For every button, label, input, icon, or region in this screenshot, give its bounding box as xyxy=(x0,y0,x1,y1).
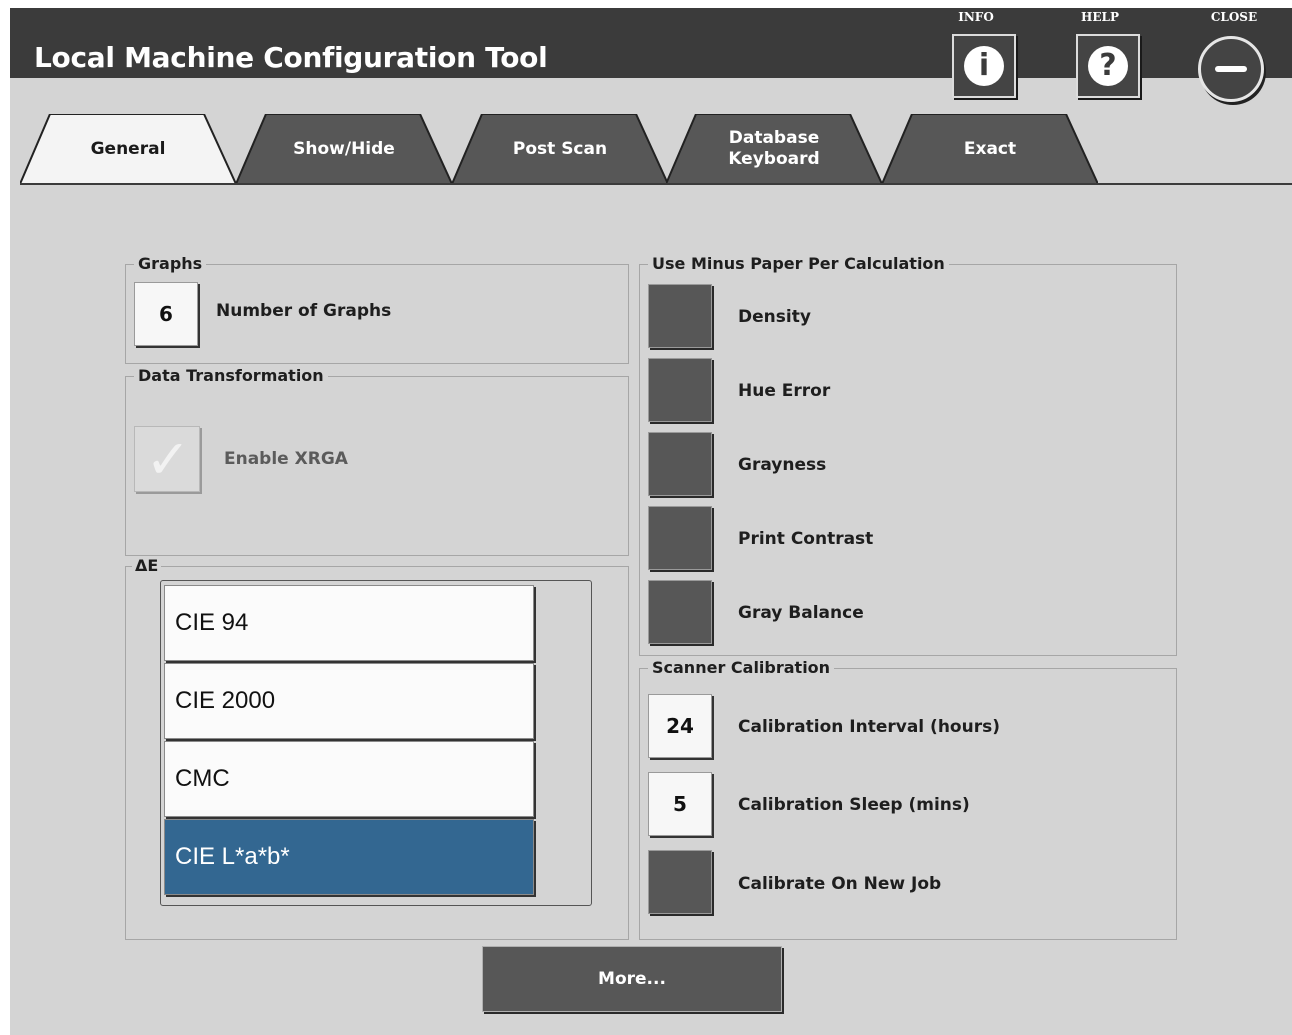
group-title: Data Transformation xyxy=(134,366,328,385)
info-button[interactable]: i xyxy=(952,34,1016,98)
close-button[interactable] xyxy=(1198,36,1264,102)
tab-divider xyxy=(20,183,1292,185)
tab-show-hide[interactable]: Show/Hide xyxy=(236,114,452,184)
tab-exact[interactable]: Exact xyxy=(882,114,1098,184)
window-title: Local Machine Configuration Tool xyxy=(34,41,548,74)
tab-label: Database Keyboard xyxy=(728,128,820,169)
question-icon: ? xyxy=(1088,46,1128,86)
number-of-graphs-label: Number of Graphs xyxy=(216,301,392,321)
print-contrast-label: Print Contrast xyxy=(738,529,874,549)
delta-e-list: CIE 94 CIE 2000 CMC CIE L*a*b* xyxy=(160,580,592,906)
calibration-sleep-label: Calibration Sleep (mins) xyxy=(738,795,970,815)
group-title: Scanner Calibration xyxy=(648,658,835,677)
density-label: Density xyxy=(738,307,811,327)
enable-xrga-checkbox[interactable]: ✓ xyxy=(134,426,200,492)
hue-error-label: Hue Error xyxy=(738,381,831,401)
calibration-interval-button[interactable]: 24 xyxy=(648,694,712,758)
delta-e-option-cielab[interactable]: CIE L*a*b* xyxy=(164,819,534,895)
tab-general[interactable]: General xyxy=(20,114,236,184)
gray-balance-label: Gray Balance xyxy=(738,603,864,623)
delta-e-option-cie94[interactable]: CIE 94 xyxy=(164,585,534,661)
delta-e-option-cie2000[interactable]: CIE 2000 xyxy=(164,663,534,739)
minus-paper-group: Use Minus Paper Per Calculation xyxy=(639,254,1177,656)
delta-e-option-cmc[interactable]: CMC xyxy=(164,741,534,817)
tab-post-scan[interactable]: Post Scan xyxy=(452,114,668,184)
tab-label: Show/Hide xyxy=(293,138,395,159)
app-window: Local Machine Configuration Tool INFO i … xyxy=(10,8,1292,1035)
hue-error-toggle[interactable] xyxy=(648,358,712,422)
checkmark-icon: ✓ xyxy=(145,428,191,491)
calibration-sleep-button[interactable]: 5 xyxy=(648,772,712,836)
help-label: HELP xyxy=(1081,10,1119,24)
more-button[interactable]: More... xyxy=(482,946,782,1012)
density-toggle[interactable] xyxy=(648,284,712,348)
calibration-interval-label: Calibration Interval (hours) xyxy=(738,717,1000,737)
enable-xrga-label: Enable XRGA xyxy=(224,449,348,469)
info-icon: i xyxy=(964,46,1004,86)
calibrate-on-new-job-label: Calibrate On New Job xyxy=(738,874,942,894)
close-label: CLOSE xyxy=(1210,10,1258,24)
calibrate-on-new-job-toggle[interactable] xyxy=(648,850,712,914)
help-button[interactable]: ? xyxy=(1076,34,1140,98)
group-title: Graphs xyxy=(134,254,207,273)
info-label: INFO xyxy=(958,10,994,24)
grayness-label: Grayness xyxy=(738,455,827,475)
minus-icon xyxy=(1215,66,1247,72)
tab-label: General xyxy=(90,138,166,159)
gray-balance-toggle[interactable] xyxy=(648,580,712,644)
group-title: ΔE xyxy=(132,556,162,575)
print-contrast-toggle[interactable] xyxy=(648,506,712,570)
tab-label: Exact xyxy=(963,138,1017,159)
tab-label: Post Scan xyxy=(512,138,608,159)
title-bar: Local Machine Configuration Tool INFO i … xyxy=(10,8,1292,98)
tab-database-keyboard[interactable]: Database Keyboard xyxy=(666,114,882,184)
number-of-graphs-button[interactable]: 6 xyxy=(134,282,198,346)
grayness-toggle[interactable] xyxy=(648,432,712,496)
group-title: Use Minus Paper Per Calculation xyxy=(648,254,949,273)
